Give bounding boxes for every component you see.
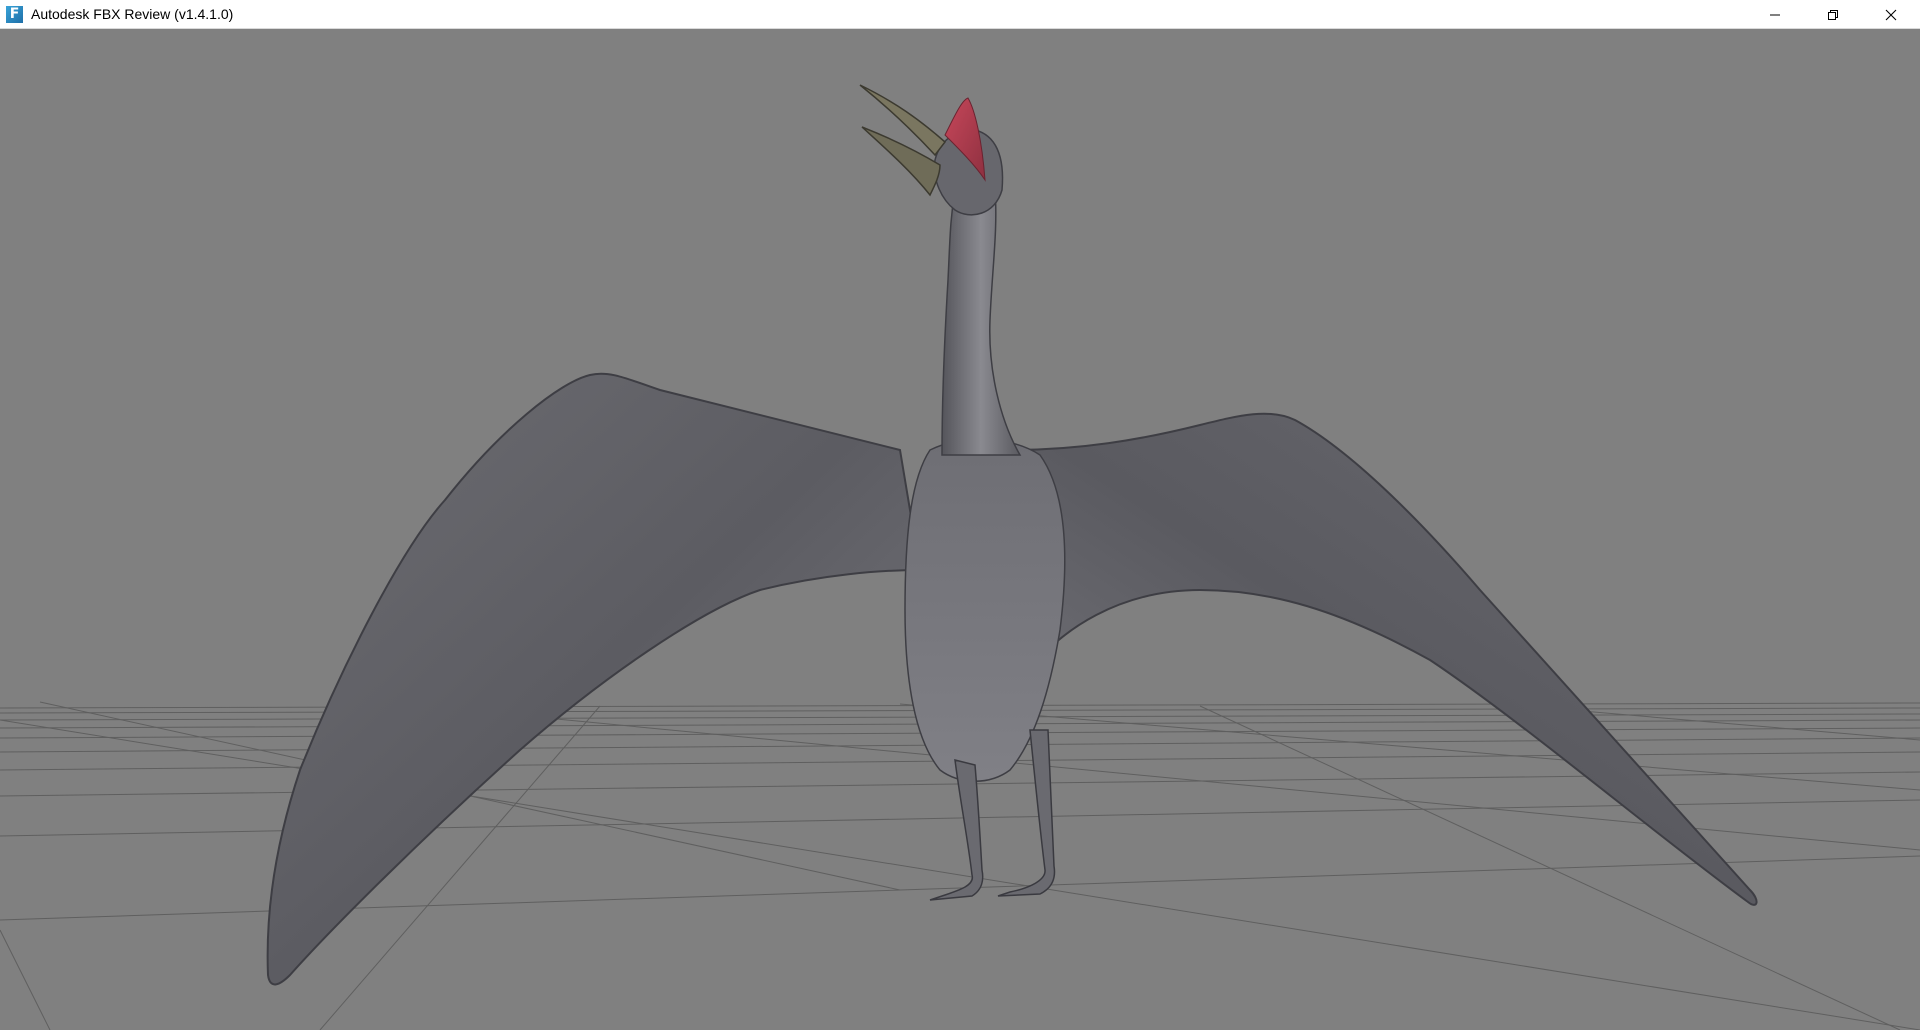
app-icon[interactable]: F [6, 5, 23, 23]
restore-icon [1828, 9, 1838, 20]
window-title: Autodesk FBX Review (v1.4.1.0) [31, 6, 234, 22]
window-controls [1746, 0, 1920, 29]
title-bar[interactable]: F Autodesk FBX Review (v1.4.1.0) [0, 0, 1920, 29]
close-icon [1885, 9, 1897, 20]
restore-button[interactable] [1804, 0, 1862, 29]
minimize-button[interactable] [1746, 0, 1804, 29]
neck [941, 189, 1022, 456]
3d-viewport[interactable] [0, 30, 1920, 1030]
scene-canvas[interactable] [0, 30, 1920, 1030]
close-button[interactable] [1862, 0, 1920, 29]
left-leg [929, 759, 984, 901]
right-wing [1008, 412, 1758, 906]
app-window: F Autodesk FBX Review (v1.4.1.0) [0, 0, 1920, 1030]
minimize-icon [1770, 14, 1780, 15]
